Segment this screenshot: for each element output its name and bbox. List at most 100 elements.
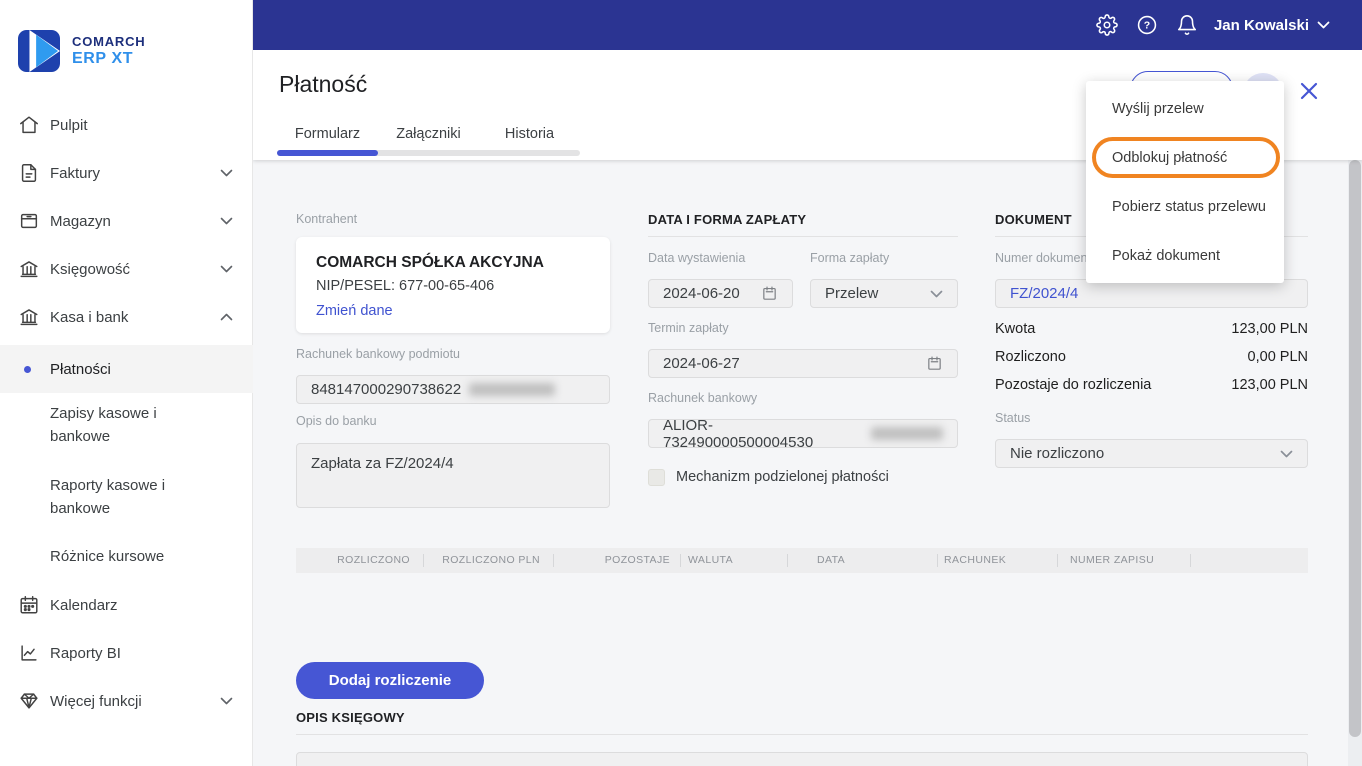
page-title: Płatność — [279, 71, 367, 98]
diamond-icon — [18, 690, 40, 712]
gear-icon[interactable] — [1096, 14, 1118, 36]
pozostaje-row: Pozostaje do rozliczenia 123,00 PLN — [995, 371, 1308, 399]
column-header: WALUTA — [680, 548, 787, 573]
kontrahent-name: COMARCH SPÓŁKA AKCYJNA — [316, 254, 590, 272]
menu-item-wyslij-przelew[interactable]: Wyślij przelew — [1086, 84, 1284, 133]
sidebar-item-kasa-i-bank[interactable]: Kasa i bank — [0, 293, 253, 341]
help-icon[interactable]: ? — [1136, 14, 1158, 36]
sidebar-item-raporty-kasowe[interactable]: Raporty kasowe i bankowe — [0, 474, 253, 522]
scrollbar-thumb[interactable] — [1349, 160, 1361, 737]
chevron-down-icon — [220, 697, 233, 705]
forma-zaplaty-label: Forma zapłaty — [810, 251, 889, 265]
section-opis-ksiegowy: OPIS KSIĘGOWY — [296, 710, 1308, 735]
termin-zaplaty-input[interactable]: 2024-06-27 — [648, 349, 958, 378]
sidebar-item-ksiegowosc[interactable]: Księgowość — [0, 245, 253, 293]
status-value: Nie rozliczono — [1010, 445, 1104, 462]
data-wystawienia-input[interactable]: 2024-06-20 — [648, 279, 793, 308]
comarch-logo: COMARCH ERP XT — [18, 30, 145, 72]
sidebar: COMARCH ERP XT Pulpit Faktury Magazyn Ks… — [0, 0, 253, 766]
rachunek-podmiotu-input[interactable]: 848147000290738622 — [296, 375, 610, 404]
sidebar-item-label: Raporty kasowe i bankowe — [50, 474, 215, 520]
chevron-up-icon — [220, 313, 233, 321]
app-window: COMARCH ERP XT Pulpit Faktury Magazyn Ks… — [0, 0, 1362, 766]
pozostaje-label: Pozostaje do rozliczenia — [995, 377, 1151, 393]
sidebar-item-label: Więcej funkcji — [50, 693, 142, 710]
bank-icon — [18, 258, 40, 280]
kontrahent-label: Kontrahent — [296, 212, 357, 226]
column-header: POZOSTAJE — [553, 548, 680, 573]
data-wystawienia-value: 2024-06-20 — [663, 285, 740, 302]
calendar-picker-icon[interactable] — [761, 285, 778, 302]
numer-dokumentu-value: FZ/2024/4 — [1010, 285, 1078, 302]
sidebar-item-label: Faktury — [50, 165, 100, 182]
opis-do-banku-label: Opis do banku — [296, 414, 377, 428]
user-name: Jan Kowalski — [1214, 17, 1309, 34]
rachunek-bankowy-input[interactable]: ALIOR-732490000500004530 — [648, 419, 958, 448]
termin-zaplaty-label: Termin zapłaty — [648, 321, 729, 335]
chevron-down-icon — [1317, 21, 1330, 29]
sidebar-item-label: Księgowość — [50, 261, 130, 278]
sidebar-item-label: Magazyn — [50, 213, 111, 230]
rachunek-bankowy-label: Rachunek bankowy — [648, 391, 757, 405]
kwota-value: 123,00 PLN — [1231, 321, 1308, 337]
split-payment-label: Mechanizm podzielonej płatności — [676, 469, 889, 485]
rozliczono-value: 0,00 PLN — [1248, 349, 1308, 365]
numer-dokumentu-input[interactable]: FZ/2024/4 — [995, 279, 1308, 308]
opis-do-banku-value: Zapłata za FZ/2024/4 — [311, 455, 454, 472]
bell-icon[interactable] — [1176, 14, 1198, 36]
topbar: ? Jan Kowalski — [253, 0, 1362, 50]
change-data-link[interactable]: Zmień dane — [316, 303, 393, 319]
rachunek-podmiotu-label: Rachunek bankowy podmiotu — [296, 347, 460, 361]
sidebar-item-label: Płatności — [50, 358, 240, 381]
sidebar-item-magazyn[interactable]: Magazyn — [0, 197, 253, 245]
sidebar-item-zapisy-kasowe[interactable]: Zapisy kasowe i bankowe — [0, 402, 253, 450]
sidebar-item-label: Kasa i bank — [50, 309, 128, 326]
chevron-down-icon — [220, 169, 233, 177]
forma-zaplaty-select[interactable]: Przelew — [810, 279, 958, 308]
sidebar-item-label: Raporty BI — [50, 645, 121, 662]
close-icon[interactable] — [1298, 80, 1320, 102]
sidebar-item-raporty-bi[interactable]: Raporty BI — [0, 629, 253, 677]
home-icon — [18, 114, 40, 136]
kontrahent-card: COMARCH SPÓŁKA AKCYJNA NIP/PESEL: 677-00… — [296, 237, 610, 333]
sidebar-item-pulpit[interactable]: Pulpit — [0, 101, 253, 149]
termin-zaplaty-value: 2024-06-27 — [663, 355, 740, 372]
opis-do-banku-textarea[interactable]: Zapłata za FZ/2024/4 — [296, 443, 610, 508]
column-header: DATA — [787, 548, 937, 573]
sidebar-item-wiecej-funkcji[interactable]: Więcej funkcji — [0, 677, 253, 725]
data-wystawienia-label: Data wystawienia — [648, 251, 745, 265]
brand-line1: COMARCH — [72, 34, 145, 49]
chart-icon — [18, 642, 40, 664]
sidebar-item-roznice-kursowe[interactable]: Różnice kursowe — [0, 545, 253, 571]
sidebar-item-platnosci[interactable]: Płatności — [0, 345, 253, 393]
opis-ksiegowy-field-partial[interactable] — [296, 752, 1308, 766]
redacted-account-digits — [469, 383, 555, 396]
menu-item-odblokuj-platnosc[interactable]: Odblokuj płatność — [1086, 133, 1284, 182]
rozliczono-row: Rozliczono 0,00 PLN — [995, 343, 1308, 371]
kwota-label: Kwota — [995, 321, 1035, 337]
chevron-down-icon — [1280, 450, 1293, 458]
chevron-down-icon — [220, 217, 233, 225]
status-select[interactable]: Nie rozliczono — [995, 439, 1308, 468]
bank-icon — [18, 306, 40, 328]
brand-line2: ERP XT — [72, 50, 145, 68]
add-settlement-button[interactable]: Dodaj rozliczenie — [296, 662, 484, 699]
opis-ksiegowy-header: OPIS KSIĘGOWY — [296, 710, 1308, 735]
rachunek-podmiotu-value: 848147000290738622 — [311, 381, 461, 398]
user-menu[interactable]: Jan Kowalski — [1214, 0, 1330, 50]
kwota-row: Kwota 123,00 PLN — [995, 315, 1308, 343]
menu-item-pokaz-dokument[interactable]: Pokaż dokument — [1086, 231, 1284, 280]
sidebar-item-label: Pulpit — [50, 117, 88, 134]
column-header: RACHUNEK — [937, 548, 1057, 573]
sidebar-item-kalendarz[interactable]: Kalendarz — [0, 581, 253, 629]
sidebar-item-faktury[interactable]: Faktury — [0, 149, 253, 197]
rozliczono-label: Rozliczono — [995, 349, 1066, 365]
calendar-picker-icon[interactable] — [926, 355, 943, 372]
split-payment-checkbox[interactable] — [648, 469, 665, 486]
sidebar-item-label: Różnice kursowe — [50, 545, 215, 568]
menu-item-pobierz-status[interactable]: Pobierz status przelewu — [1086, 182, 1284, 231]
status-label: Status — [995, 411, 1030, 425]
active-tab-indicator — [277, 150, 378, 156]
calendar-icon — [18, 594, 40, 616]
section-data-forma: DATA I FORMA ZAPŁATY — [648, 212, 958, 237]
